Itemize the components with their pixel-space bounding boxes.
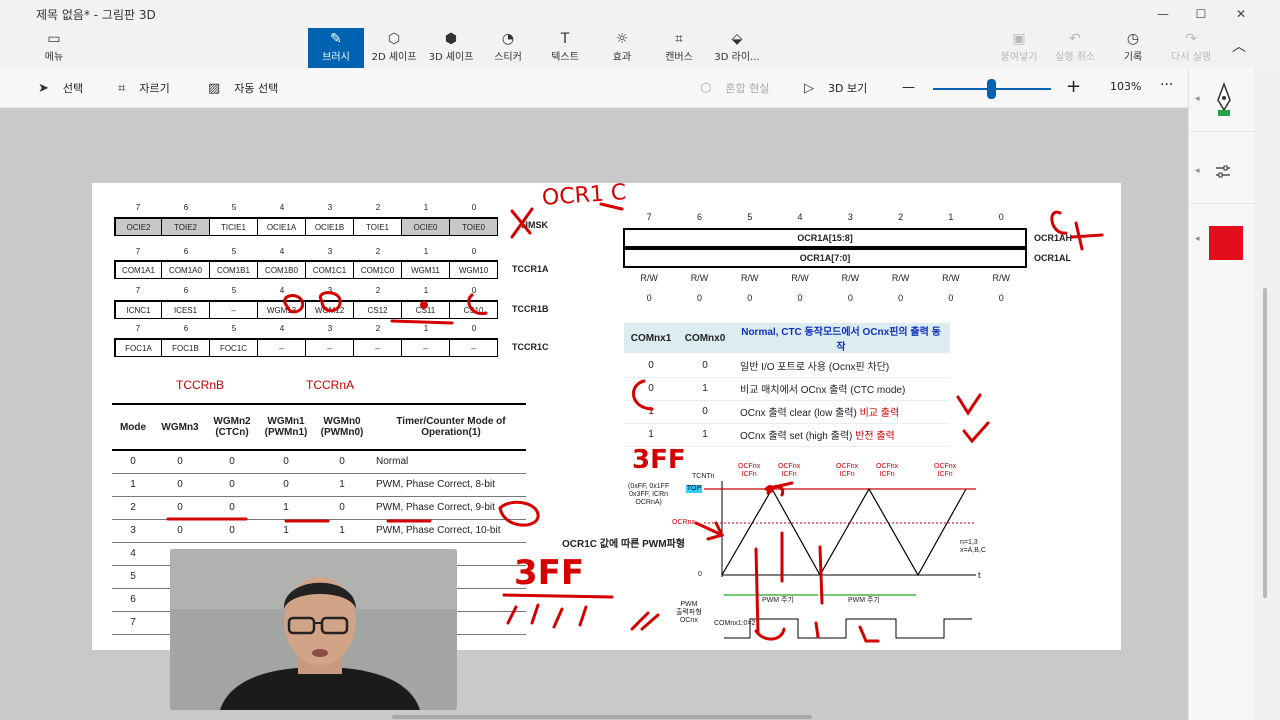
tool-label: 스티커 xyxy=(494,52,522,63)
magic-select-icon: ▨ xyxy=(208,80,221,96)
ribbon-toolbar: ▭ 메뉴 ✎ 브러시 ⬡ 2D 셰이프 ⬢ 3D 셰이프 ◔ 스티커 T 텍스트… xyxy=(0,28,1280,68)
chevron-left-icon: ◂ xyxy=(1195,234,1200,244)
tool-effects[interactable]: ☼ 효과 xyxy=(594,28,650,68)
history-icon: ◷ xyxy=(1126,31,1140,47)
tool-canvas[interactable]: ⌗ 캔버스 xyxy=(651,28,707,68)
mixed-reality-label: 혼합 현실 xyxy=(725,82,770,95)
folder-icon: ▭ xyxy=(47,31,61,47)
tool-label: 효과 xyxy=(612,52,632,63)
canvas-icon: ⌗ xyxy=(675,31,683,47)
pen-icon xyxy=(1217,82,1231,116)
redo-icon: ↷ xyxy=(1185,31,1197,47)
more-options-button[interactable]: ··· xyxy=(1160,77,1173,93)
tool-label: 2D 셰이프 xyxy=(371,52,417,63)
menu-label: 메뉴 xyxy=(44,52,64,63)
cube-icon: ⬢ xyxy=(444,31,458,47)
brush-icon: ✎ xyxy=(330,31,342,47)
undo-icon: ↶ xyxy=(1069,31,1081,47)
presenter-video xyxy=(170,549,457,710)
undo-button[interactable]: ↶ 실행 취소 xyxy=(1052,28,1098,68)
mixed-reality-icon: ⬡ xyxy=(700,80,712,96)
horizontal-scrollbar[interactable] xyxy=(392,715,812,719)
magic-select-label: 자동 선택 xyxy=(234,82,279,95)
annotation-3ff-lower: 3FF xyxy=(514,553,585,593)
tool-label: 텍스트 xyxy=(551,52,579,63)
cursor-icon: ➤ xyxy=(38,80,49,96)
tool-label: 3D 셰이프 xyxy=(428,52,474,63)
tool-2d-shapes[interactable]: ⬡ 2D 셰이프 xyxy=(366,28,422,68)
history-button[interactable]: ◷ 기록 xyxy=(1110,28,1156,68)
right-side-panel: ◂ ◂ ◂ xyxy=(1188,68,1255,720)
tool-label: 다시 실행 xyxy=(1171,52,1211,63)
redo-button[interactable]: ↷ 다시 실행 xyxy=(1166,28,1216,68)
paste-icon: ▣ xyxy=(1012,31,1026,47)
zoom-level: 103% xyxy=(1110,80,1142,93)
shapes-2d-icon: ⬡ xyxy=(387,31,401,47)
color-item[interactable]: ◂ xyxy=(1189,208,1255,278)
tool-label: 실행 취소 xyxy=(1055,52,1095,63)
menu-button[interactable]: ▭ 메뉴 xyxy=(36,30,72,66)
collapse-ribbon-button[interactable]: ︿ xyxy=(1226,28,1252,68)
vertical-scrollbar[interactable] xyxy=(1254,68,1280,720)
paste-button[interactable]: ▣ 붙여넣기 xyxy=(996,28,1042,68)
view-3d-icon: ▷ xyxy=(804,80,814,96)
window-title: 제목 없음* - 그림판 3D xyxy=(36,8,156,22)
sliders-icon xyxy=(1216,165,1230,178)
tool-3d-library[interactable]: ⬙ 3D 라이... xyxy=(708,28,766,68)
tool-label: 브러시 xyxy=(322,52,350,63)
select-button[interactable]: ➤ 선택 xyxy=(38,80,83,96)
view-3d-button[interactable]: ▷ 3D 보기 xyxy=(804,80,867,96)
chevron-left-icon: ◂ xyxy=(1195,166,1200,176)
brush-settings-item[interactable]: ◂ xyxy=(1189,68,1255,132)
tool-label: 캔버스 xyxy=(665,52,693,63)
magic-select-button[interactable]: ▨ 자동 선택 xyxy=(208,80,278,96)
tool-label: 기록 xyxy=(1123,52,1143,63)
zoom-in-button[interactable]: + xyxy=(1066,76,1081,97)
sticker-icon: ◔ xyxy=(501,31,515,47)
active-color-swatch[interactable] xyxy=(1209,226,1243,260)
tool-label: 3D 라이... xyxy=(714,52,760,63)
tool-stickers[interactable]: ◔ 스티커 xyxy=(480,28,536,68)
title-bar: 제목 없음* - 그림판 3D — ☐ ✕ xyxy=(0,0,1280,28)
zoom-out-button[interactable]: — xyxy=(902,80,915,95)
library-icon: ⬙ xyxy=(731,31,743,47)
select-label: 선택 xyxy=(62,82,84,95)
webcam-overlay xyxy=(170,549,457,710)
crop-button[interactable]: ⌗ 자르기 xyxy=(118,80,170,96)
adjustments-item[interactable]: ◂ xyxy=(1189,140,1255,204)
tool-options-bar: ➤ 선택 ⌗ 자르기 ▨ 자동 선택 ⬡ 혼합 현실 ▷ 3D 보기 — + 1… xyxy=(0,68,1254,108)
scrollbar-thumb[interactable] xyxy=(1263,288,1267,598)
crop-label: 자르기 xyxy=(139,82,170,95)
crop-icon: ⌗ xyxy=(118,80,126,96)
close-button[interactable]: ✕ xyxy=(1228,4,1254,24)
view-3d-label: 3D 보기 xyxy=(828,82,868,95)
minimize-button[interactable]: — xyxy=(1150,4,1176,24)
annotation-3ff: 3FF xyxy=(632,445,686,475)
mixed-reality-button[interactable]: ⬡ 혼합 현실 xyxy=(700,80,769,96)
tool-text[interactable]: T 텍스트 xyxy=(537,28,593,68)
text-icon: T xyxy=(560,31,570,47)
tool-brush[interactable]: ✎ 브러시 xyxy=(308,28,364,68)
tool-3d-shapes[interactable]: ⬢ 3D 셰이프 xyxy=(423,28,479,68)
maximize-button[interactable]: ☐ xyxy=(1188,4,1214,24)
tool-label: 붙여넣기 xyxy=(1000,52,1038,63)
zoom-slider-thumb[interactable] xyxy=(987,79,996,99)
chevron-left-icon: ◂ xyxy=(1195,94,1200,104)
effects-icon: ☼ xyxy=(615,31,629,47)
